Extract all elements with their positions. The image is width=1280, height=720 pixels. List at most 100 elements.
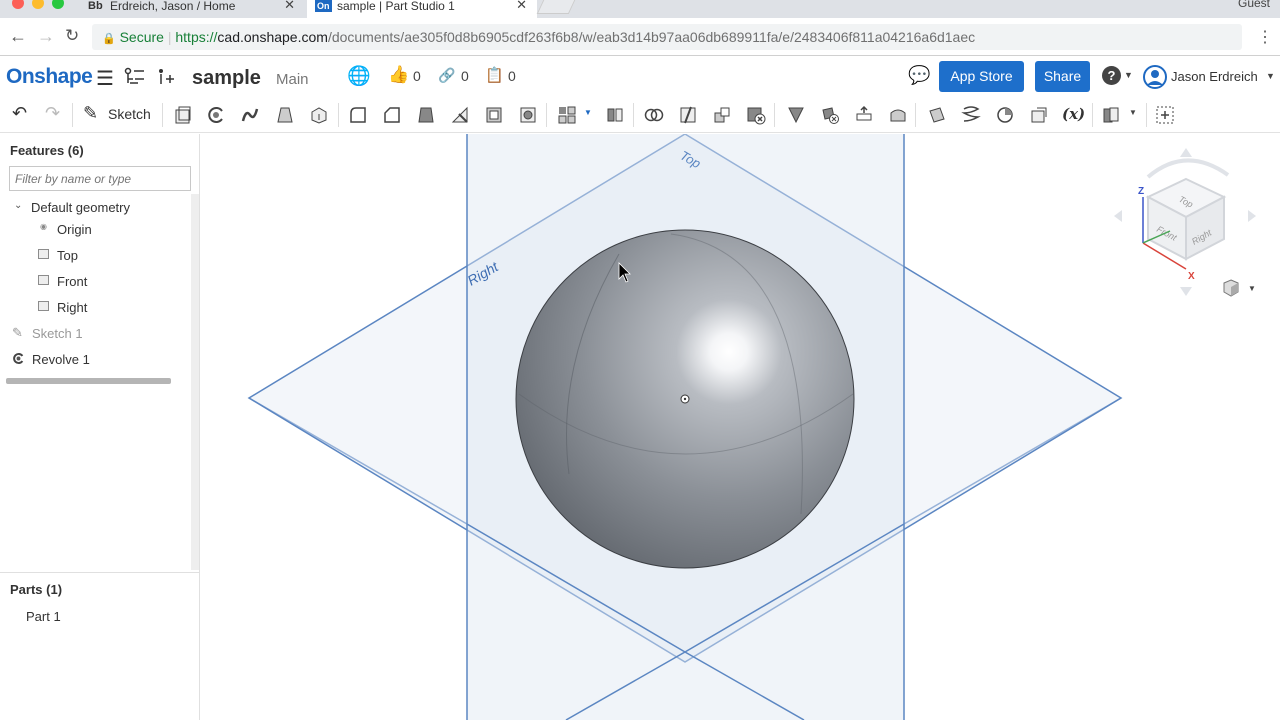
url-field[interactable]: 🔒 Secure | https://cad.onshape.com/docum… <box>92 24 1242 50</box>
default-geometry-group[interactable]: Default geometry <box>31 200 130 215</box>
panel-divider[interactable] <box>0 572 200 573</box>
draft-icon[interactable] <box>416 105 436 125</box>
browser-tab-active[interactable]: On sample | Part Studio 1 ✕ <box>307 0 537 18</box>
helix-icon[interactable] <box>961 105 981 125</box>
delete-face-icon[interactable] <box>820 105 840 125</box>
hamburger-menu-icon[interactable]: ☰ <box>96 66 114 91</box>
new-tab-button[interactable] <box>536 0 576 14</box>
rotate-view-down-icon[interactable] <box>1180 287 1192 296</box>
hole-icon[interactable] <box>518 105 538 125</box>
forward-arrow-icon[interactable]: → <box>37 26 55 47</box>
feature-studio-icon[interactable] <box>1101 105 1121 125</box>
axis-z-label: Z <box>1138 186 1144 197</box>
chevron-down-icon[interactable]: ⌄ <box>14 200 22 211</box>
chevron-down-icon[interactable]: ▼ <box>1124 70 1133 80</box>
redo-icon[interactable]: ↷ <box>45 103 60 124</box>
globe-icon[interactable]: 🌐 <box>347 64 371 88</box>
comments-icon[interactable]: 💬 <box>908 65 930 86</box>
variable-button[interactable]: (x) <box>1062 105 1085 123</box>
tab-title: sample | Part Studio 1 <box>337 0 455 13</box>
copy-icon[interactable]: 📋 <box>485 66 504 84</box>
share-button[interactable]: Share <box>1035 61 1090 92</box>
add-custom-feature-icon[interactable] <box>1155 105 1175 125</box>
boolean-icon[interactable] <box>644 105 664 125</box>
toolbar-separator <box>546 103 547 127</box>
feature-item-right[interactable]: Right <box>57 300 87 315</box>
maximize-window-icon[interactable] <box>52 0 64 9</box>
branch-name[interactable]: Main <box>276 71 309 88</box>
address-bar-row: ← → ↻ 🔒 Secure | https://cad.onshape.com… <box>0 18 1280 56</box>
part-item-part1[interactable]: Part 1 <box>26 609 61 624</box>
sketch-button[interactable]: Sketch <box>108 106 151 122</box>
chamfer-icon[interactable] <box>382 105 402 125</box>
measure-icon[interactable] <box>1029 105 1049 125</box>
plane-icon <box>38 301 49 311</box>
app-store-button[interactable]: App Store <box>939 61 1024 92</box>
modify-fillet-icon[interactable] <box>786 105 806 125</box>
rotate-view-right-icon[interactable] <box>1248 210 1256 222</box>
close-tab-icon[interactable]: ✕ <box>516 0 527 11</box>
mate-connector-icon[interactable] <box>995 105 1015 125</box>
rotate-view-up-icon[interactable] <box>1180 148 1192 157</box>
revolve-icon[interactable] <box>206 105 226 125</box>
thicken-icon[interactable] <box>309 105 329 125</box>
view-cube[interactable]: Top Front Right Z X ▼ <box>1110 145 1270 305</box>
shell-icon[interactable] <box>484 105 504 125</box>
fillet-icon[interactable] <box>348 105 368 125</box>
feature-list-rollback-bar[interactable] <box>6 378 171 384</box>
feature-item-origin[interactable]: Origin <box>57 222 92 237</box>
feature-item-front[interactable]: Front <box>57 274 87 289</box>
reload-icon[interactable]: ↻ <box>65 26 79 46</box>
extrude-icon[interactable] <box>173 105 193 125</box>
feature-item-top[interactable]: Top <box>57 248 78 263</box>
transform-icon[interactable] <box>712 105 732 125</box>
toolbar-separator <box>1092 103 1093 127</box>
secure-label: Secure <box>119 29 164 45</box>
browser-tab-home[interactable]: Bb Erdreich, Jason / Home ✕ <box>80 0 305 18</box>
feature-filter-input[interactable] <box>9 166 191 191</box>
link-icon[interactable]: 🔗 <box>438 67 455 84</box>
help-icon[interactable]: ? <box>1102 66 1121 85</box>
browser-menu-icon[interactable]: ⋮ <box>1257 27 1273 47</box>
undo-icon[interactable]: ↶ <box>12 103 27 124</box>
feature-list-icon[interactable] <box>124 67 146 87</box>
pattern-icon[interactable] <box>557 105 577 125</box>
plane-icon <box>38 275 49 285</box>
feature-item-revolve1[interactable]: Revolve 1 <box>32 352 90 367</box>
sweep-icon[interactable] <box>240 105 260 125</box>
add-feature-icon[interactable] <box>156 67 176 87</box>
replace-face-icon[interactable] <box>888 105 908 125</box>
feature-item-sketch1[interactable]: Sketch 1 <box>32 326 83 341</box>
rotate-view-arc[interactable] <box>1146 158 1230 179</box>
like-icon[interactable]: 👍 <box>388 65 409 85</box>
view-options-chevron-icon[interactable]: ▼ <box>1248 284 1256 293</box>
user-name[interactable]: Jason Erdreich <box>1171 69 1258 84</box>
document-name[interactable]: sample <box>192 67 261 90</box>
rib-icon[interactable] <box>450 105 470 125</box>
plane-icon[interactable] <box>927 105 947 125</box>
custom-features-chevron-icon[interactable]: ▼ <box>1129 108 1137 117</box>
loft-icon[interactable] <box>275 105 295 125</box>
toolbar-separator <box>915 103 916 127</box>
avatar[interactable] <box>1143 65 1167 89</box>
user-menu-chevron-icon[interactable]: ▼ <box>1266 71 1275 81</box>
feature-list-scrollbar[interactable] <box>191 194 199 570</box>
sketch-pencil-icon[interactable]: ✎ <box>83 103 98 124</box>
minimize-window-icon[interactable] <box>32 0 44 9</box>
view-options-cube-icon[interactable] <box>1222 279 1240 297</box>
pattern-dropdown-chevron-icon[interactable]: ▼ <box>584 108 592 117</box>
onshape-logo[interactable]: Onshape <box>6 65 93 89</box>
axis-x-label: X <box>1188 271 1195 282</box>
split-icon[interactable] <box>678 105 698 125</box>
blackboard-favicon-icon: Bb <box>88 0 103 12</box>
back-arrow-icon[interactable]: ← <box>9 26 27 47</box>
close-window-icon[interactable] <box>12 0 24 9</box>
copy-count: 0 <box>508 68 516 84</box>
close-tab-icon[interactable]: ✕ <box>284 0 295 11</box>
revolve-icon <box>13 353 24 364</box>
mirror-icon[interactable] <box>605 105 625 125</box>
profile-name[interactable]: Guest <box>1238 0 1270 10</box>
rotate-view-left-icon[interactable] <box>1114 210 1122 222</box>
delete-part-icon[interactable] <box>746 105 766 125</box>
move-face-icon[interactable] <box>854 105 874 125</box>
